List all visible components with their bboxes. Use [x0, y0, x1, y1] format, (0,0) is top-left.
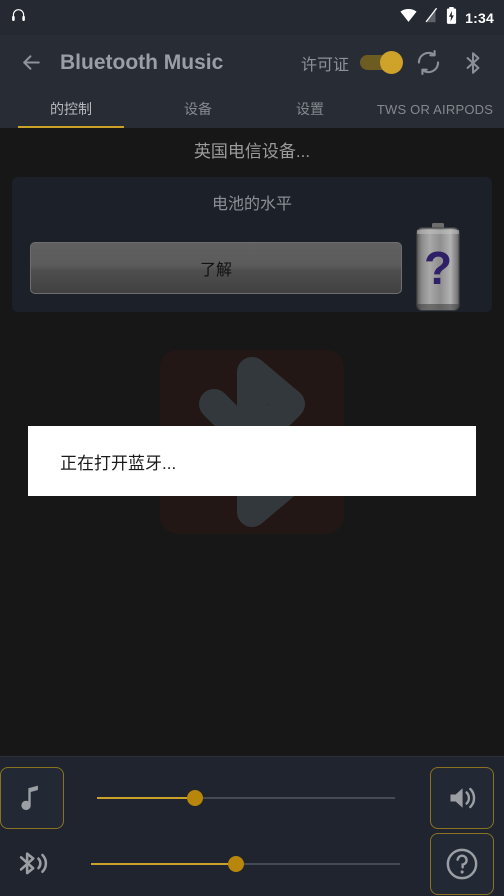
tab-devices[interactable]: 设备 — [142, 90, 254, 128]
status-bar-clock: 1:34 — [465, 9, 494, 26]
bt-slider-fill — [91, 863, 237, 865]
headphones-icon — [10, 7, 27, 29]
tab-tws-or-airpods[interactable]: TWS OR AIRPODS — [366, 90, 504, 128]
bt-slider-thumb[interactable] — [228, 856, 245, 872]
license-label: 许可证 — [300, 56, 349, 74]
bluetooth-progress-dialog: 正在打开蓝牙... — [28, 426, 476, 496]
device-name: 英国电信设备... — [193, 141, 311, 161]
battery-card: 电池的水平 了解 ? — [12, 177, 492, 312]
license-toggle-knob — [380, 51, 403, 74]
media-slider-fill — [97, 797, 196, 799]
media-volume-slider[interactable] — [97, 783, 395, 813]
bottom-control-panel — [0, 756, 504, 896]
tab-settings[interactable]: 设置 — [254, 90, 366, 128]
bluetooth-audio-icon[interactable] — [0, 833, 64, 895]
battery-charging-icon — [446, 6, 457, 29]
status-bar-notifications — [10, 7, 27, 29]
page-title: Bluetooth Music — [60, 50, 224, 74]
bluetooth-volume-slider[interactable] — [91, 849, 400, 879]
wifi-icon — [400, 8, 417, 28]
svg-text:?: ? — [424, 242, 452, 294]
tab-bar: 的控制 设备 设置 TWS OR AIRPODS — [0, 90, 504, 128]
tab-controls[interactable]: 的控制 — [0, 90, 142, 128]
app-bar-actions: 许可证 — [301, 46, 490, 80]
refresh-icon[interactable] — [411, 46, 445, 80]
status-bar: 1:34 — [0, 0, 504, 35]
app-bar: Bluetooth Music 许可证 — [0, 35, 504, 90]
bluetooth-icon[interactable] — [456, 46, 490, 80]
learn-button[interactable]: 了解 — [30, 242, 402, 294]
media-volume-row — [0, 767, 504, 829]
license-toggle[interactable] — [360, 51, 403, 74]
app-root: 1:34 Bluetooth Music 许可证 的控制 设备 设置 TWS O… — [0, 0, 504, 896]
speaker-volume-icon[interactable] — [430, 767, 494, 829]
status-bar-indicators: 1:34 — [400, 6, 494, 29]
dialog-message: 正在打开蓝牙... — [60, 453, 177, 473]
media-slider-thumb[interactable] — [187, 790, 204, 806]
music-note-icon[interactable] — [0, 767, 64, 829]
battery-card-body: 了解 ? — [12, 222, 492, 314]
bluetooth-volume-row — [0, 833, 504, 895]
signal-off-icon — [425, 7, 438, 28]
help-circle-icon[interactable] — [430, 833, 494, 895]
back-arrow-icon[interactable] — [14, 46, 48, 80]
battery-card-title: 电池的水平 — [211, 196, 292, 213]
battery-unknown-icon: ? — [402, 222, 474, 314]
